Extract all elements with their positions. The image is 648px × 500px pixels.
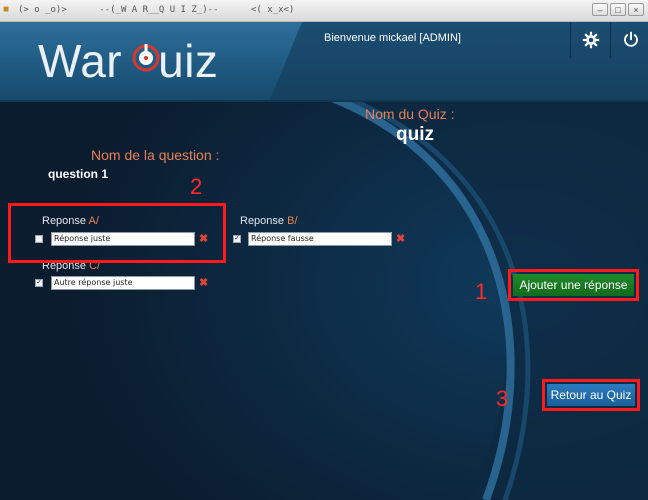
logo-text-right: uiz bbox=[158, 35, 219, 87]
gear-icon bbox=[582, 31, 600, 49]
response-b-label: Reponse B/ bbox=[240, 215, 298, 227]
question-name-label: Nom de la question : bbox=[91, 147, 220, 163]
question-name: question 1 bbox=[48, 167, 109, 181]
app-window: War uiz Bienvenue mickael [ADMIN] Nom du… bbox=[0, 22, 648, 500]
annotation-box-1 bbox=[508, 269, 639, 301]
power-icon bbox=[624, 31, 638, 47]
delete-response-b-icon[interactable]: ✖ bbox=[396, 233, 405, 245]
power-button[interactable] bbox=[610, 22, 648, 58]
quiz-name: quiz bbox=[396, 124, 434, 145]
window-controls: – □ × bbox=[592, 3, 644, 16]
maximize-button[interactable]: □ bbox=[610, 3, 626, 16]
logo-text-left: War bbox=[38, 35, 123, 87]
annotation-box-2 bbox=[8, 203, 226, 263]
response-c-field[interactable]: Autre réponse juste bbox=[51, 276, 195, 290]
delete-response-c-icon[interactable]: ✖ bbox=[199, 277, 208, 289]
response-c-checkbox[interactable]: ✓ bbox=[35, 279, 43, 287]
settings-button[interactable] bbox=[570, 22, 611, 58]
annotation-number-1: 1 bbox=[475, 279, 488, 304]
logo: War uiz bbox=[38, 36, 218, 86]
window-titlebar: ■ (> o _o)> --(_W A R__Q U I Z_)-- <( x_… bbox=[0, 0, 648, 22]
response-b-field[interactable]: Réponse fausse bbox=[248, 232, 392, 246]
response-letter: B/ bbox=[287, 215, 298, 227]
annotation-number-3: 3 bbox=[496, 386, 509, 411]
close-button[interactable]: × bbox=[628, 3, 644, 16]
response-label-text: Reponse bbox=[240, 215, 285, 227]
window-title: (> o _o)> --(_W A R__Q U I Z_)-- <( x_x<… bbox=[18, 5, 295, 15]
minimize-button[interactable]: – bbox=[592, 3, 608, 16]
app-icon: ■ bbox=[3, 4, 10, 15]
welcome-text: Bienvenue mickael [ADMIN] bbox=[324, 32, 461, 44]
annotation-number-2: 2 bbox=[190, 174, 203, 199]
response-b-checkbox[interactable]: ✓ bbox=[233, 235, 241, 243]
annotation-box-3 bbox=[542, 379, 640, 411]
quiz-name-label: Nom du Quiz : bbox=[365, 106, 455, 122]
app-header: War uiz Bienvenue mickael [ADMIN] bbox=[0, 22, 648, 102]
logo-timer-icon bbox=[132, 44, 160, 72]
